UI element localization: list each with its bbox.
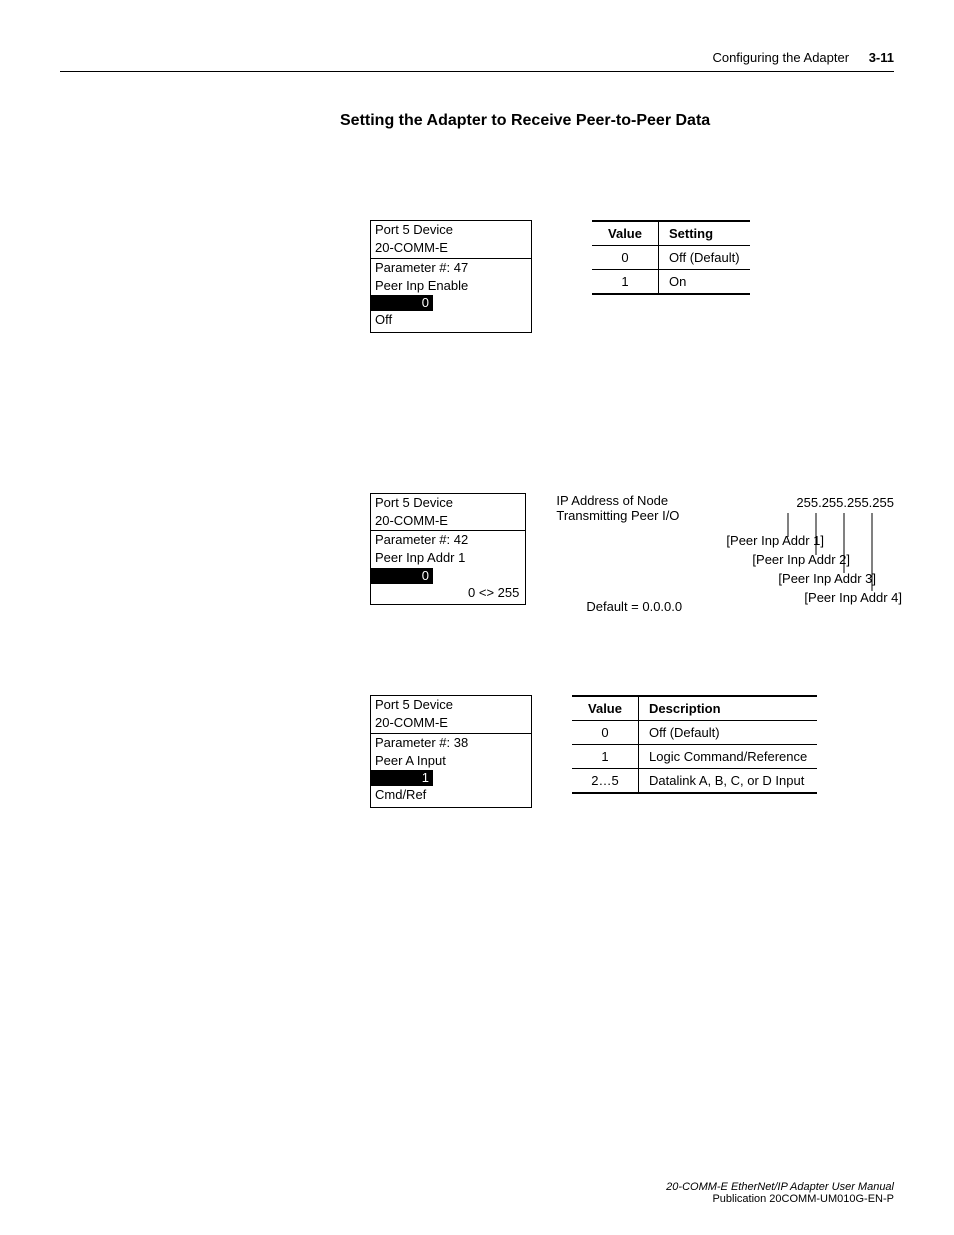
node-label-line2: Transmitting Peer I/O bbox=[556, 508, 679, 523]
table-row: 0 Off (Default) bbox=[592, 246, 750, 270]
table-cell-setting: Off (Default) bbox=[659, 246, 750, 270]
table-head-setting: Setting bbox=[659, 221, 750, 246]
lcd-param-name: Peer A Input bbox=[371, 752, 531, 770]
table-cell-value: 2…5 bbox=[572, 769, 639, 794]
lcd-device-line: 20-COMM-E bbox=[371, 239, 531, 257]
node-label: IP Address of Node Transmitting Peer I/O bbox=[556, 493, 679, 523]
table-row: 1 Logic Command/Reference bbox=[572, 745, 817, 769]
table-cell-desc: Logic Command/Reference bbox=[639, 745, 818, 769]
lcd-value-highlight: 0 bbox=[371, 295, 433, 311]
node-label-line1: IP Address of Node bbox=[556, 493, 679, 508]
lcd-panel: Port 5 Device 20-COMM-E Parameter #: 47 … bbox=[370, 220, 532, 333]
addr-label-1: [Peer Inp Addr 1] bbox=[726, 533, 824, 548]
table-head-description: Description bbox=[639, 696, 818, 721]
lcd-device-line: 20-COMM-E bbox=[371, 512, 525, 530]
lcd-param-name: Peer Inp Addr 1 bbox=[371, 549, 525, 567]
value-description-table: Value Description 0 Off (Default) 1 Logi… bbox=[572, 695, 817, 794]
table-cell-value: 1 bbox=[592, 270, 659, 295]
lcd-port-line: Port 5 Device bbox=[371, 494, 525, 512]
addr-label-4: [Peer Inp Addr 4] bbox=[726, 590, 902, 605]
lcd-status-text: Cmd/Ref bbox=[371, 786, 531, 804]
table-row: 2…5 Datalink A, B, C, or D Input bbox=[572, 769, 817, 794]
lcd-value-highlight: 0 bbox=[371, 568, 433, 584]
lcd-port-line: Port 5 Device bbox=[371, 696, 531, 714]
lcd-panel: Port 5 Device 20-COMM-E Parameter #: 38 … bbox=[370, 695, 532, 808]
lcd-value-highlight: 1 bbox=[371, 770, 433, 786]
running-header: Configuring the Adapter 3-11 bbox=[60, 50, 894, 72]
addr-label-3: [Peer Inp Addr 3] bbox=[726, 571, 876, 586]
page-footer: 20-COMM-E EtherNet/IP Adapter User Manua… bbox=[666, 1181, 894, 1205]
lcd-param-number: Parameter #: 38 bbox=[371, 734, 531, 752]
table-cell-desc: Datalink A, B, C, or D Input bbox=[639, 769, 818, 794]
block-peer-a-input: Port 5 Device 20-COMM-E Parameter #: 38 … bbox=[370, 695, 894, 808]
lcd-param-name: Peer Inp Enable bbox=[371, 277, 531, 295]
lcd-param-number: Parameter #: 47 bbox=[371, 259, 531, 277]
section-title: Setting the Adapter to Receive Peer-to-P… bbox=[340, 112, 894, 130]
lcd-range-text: 0 <> 255 bbox=[371, 584, 525, 602]
lcd-status-text: Off bbox=[371, 311, 531, 329]
block-peer-inp-enable: Port 5 Device 20-COMM-E Parameter #: 47 … bbox=[370, 220, 894, 333]
table-head-value: Value bbox=[592, 221, 659, 246]
default-ip-label: Default = 0.0.0.0 bbox=[586, 599, 682, 614]
lcd-param-number: Parameter #: 42 bbox=[371, 531, 525, 549]
table-cell-setting: On bbox=[659, 270, 750, 295]
table-row: 0 Off (Default) bbox=[572, 721, 817, 745]
lcd-panel: Port 5 Device 20-COMM-E Parameter #: 42 … bbox=[370, 493, 526, 606]
block-peer-inp-addr: Port 5 Device 20-COMM-E Parameter #: 42 … bbox=[370, 493, 894, 606]
lcd-port-line: Port 5 Device bbox=[371, 221, 531, 239]
addr-labels: [Peer Inp Addr 1] [Peer Inp Addr 2] [Pee… bbox=[726, 533, 904, 609]
value-setting-table: Value Setting 0 Off (Default) 1 On bbox=[592, 220, 750, 295]
publication-id: Publication 20COMM-UM010G-EN-P bbox=[666, 1193, 894, 1205]
running-head-text: Configuring the Adapter bbox=[712, 50, 849, 65]
addr-label-2: [Peer Inp Addr 2] bbox=[726, 552, 850, 567]
lcd-device-line: 20-COMM-E bbox=[371, 714, 531, 732]
table-cell-value: 0 bbox=[572, 721, 639, 745]
page-number: 3-11 bbox=[869, 50, 894, 65]
table-cell-desc: Off (Default) bbox=[639, 721, 818, 745]
table-cell-value: 0 bbox=[592, 246, 659, 270]
manual-title: 20-COMM-E EtherNet/IP Adapter User Manua… bbox=[666, 1181, 894, 1193]
table-head-value: Value bbox=[572, 696, 639, 721]
table-row: 1 On bbox=[592, 270, 750, 295]
table-cell-value: 1 bbox=[572, 745, 639, 769]
